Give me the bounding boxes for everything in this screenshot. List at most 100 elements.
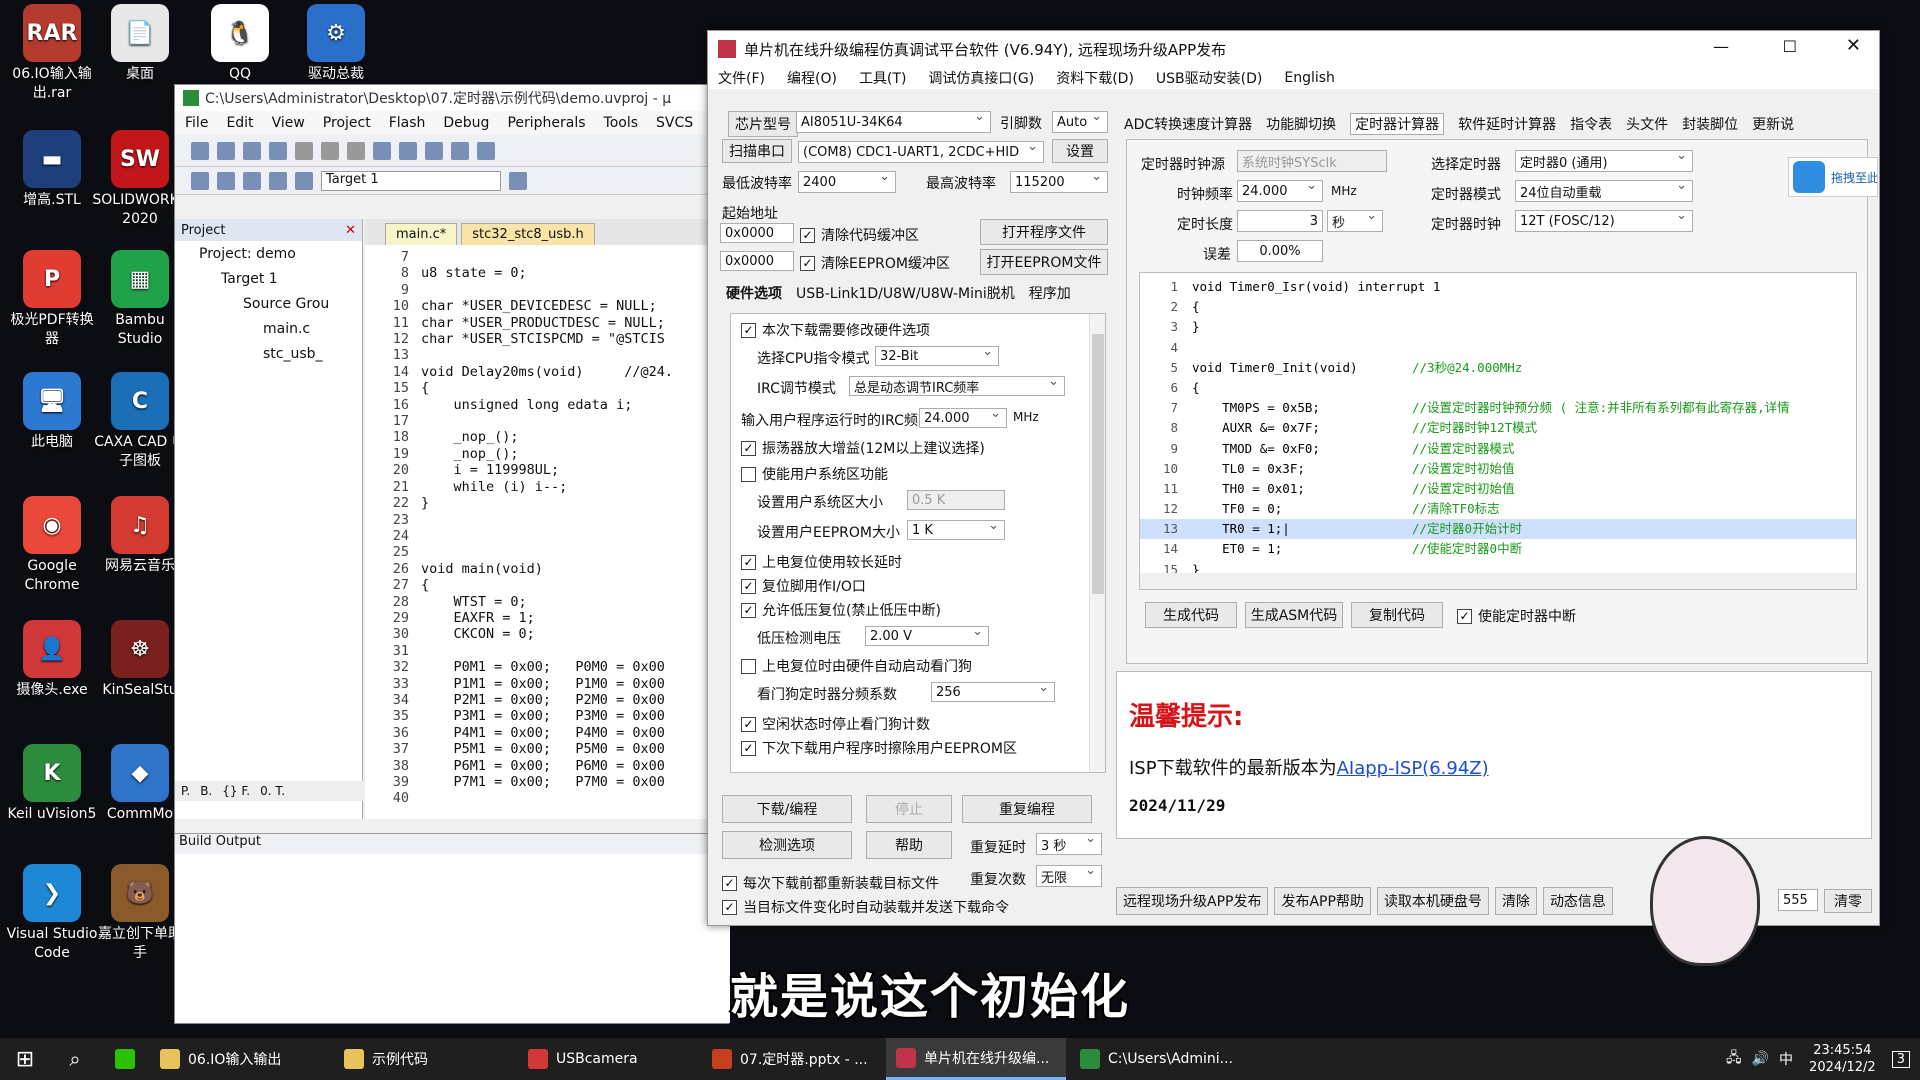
eeprom-addr-input[interactable]: 0x0000 xyxy=(720,251,794,271)
osc-gain-check[interactable]: ✓ 振荡器放大增益(12M以上建议选择) xyxy=(741,438,985,458)
desktop-icon[interactable]: ❯ Visual Studio Code xyxy=(4,864,100,963)
open-eeprom-button[interactable]: 打开EEPROM文件 xyxy=(980,249,1108,275)
save-icon[interactable] xyxy=(243,141,261,160)
desktop-icon[interactable]: 🐧 QQ xyxy=(192,4,288,84)
tree-item[interactable]: Source Grou xyxy=(175,291,362,316)
cut-icon[interactable] xyxy=(295,141,313,160)
check-options-button[interactable]: 检测选项 xyxy=(722,831,852,859)
tool-tab[interactable]: 软件延时计算器 xyxy=(1458,114,1556,134)
tool-tab[interactable]: 指令表 xyxy=(1570,114,1612,134)
tip-link[interactable]: AIapp-ISP(6.94Z) xyxy=(1337,758,1489,779)
modify-hw-check[interactable]: ✓ 本次下载需要修改硬件选项 xyxy=(741,320,930,340)
ime-indicator[interactable]: 中 xyxy=(1779,1049,1793,1069)
volume-icon[interactable]: 🔊 xyxy=(1752,1051,1769,1067)
project-tab[interactable]: 0. T. xyxy=(260,784,285,798)
translate-icon[interactable] xyxy=(191,171,209,190)
bottom-button[interactable]: 动态信息 xyxy=(1542,887,1613,915)
menu-item[interactable]: Debug xyxy=(443,115,489,131)
tree-item[interactable]: Target 1 xyxy=(175,266,362,291)
clock[interactable]: 23:45:54 2024/12/2 xyxy=(1803,1042,1882,1076)
taskbar-app[interactable]: 示例代码 xyxy=(334,1038,514,1080)
save-all-icon[interactable] xyxy=(269,141,287,160)
desktop-icon[interactable]: 🖥 此电脑 xyxy=(4,372,100,452)
menu-item[interactable]: USB驱动安装(D) xyxy=(1156,68,1262,88)
menu-item[interactable]: 资料下载(D) xyxy=(1056,68,1134,88)
menu-item[interactable]: View xyxy=(272,115,305,131)
rebuild-icon[interactable] xyxy=(243,171,261,190)
len-unit-select[interactable]: 秒 xyxy=(1327,210,1383,232)
project-tab[interactable]: {} F. xyxy=(222,784,250,798)
clear-code-check[interactable]: ✓ 清除代码缓冲区 xyxy=(800,225,919,245)
menu-item[interactable]: SVCS xyxy=(656,115,693,131)
hw-scrollbar[interactable] xyxy=(1089,314,1105,772)
menu-item[interactable]: Project xyxy=(323,115,371,131)
auto-check[interactable]: ✓ 当目标文件变化时自动装载并发送下载命令 xyxy=(722,897,1009,917)
tool-tab[interactable]: 头文件 xyxy=(1626,114,1668,134)
desktop-icon[interactable]: ▬ 增高.STL xyxy=(4,130,100,210)
menu-item[interactable]: Tools xyxy=(604,115,639,131)
menu-item[interactable]: 工具(T) xyxy=(859,68,906,88)
tool-tab[interactable]: 封装脚位 xyxy=(1682,114,1738,134)
bottom-button[interactable]: 远程现场升级APP发布 xyxy=(1116,887,1269,915)
bookmark-icon[interactable] xyxy=(477,141,495,160)
min-baud-select[interactable]: 2400 xyxy=(798,171,896,193)
taskbar-app[interactable]: 06.IO输入输出 xyxy=(150,1038,330,1080)
menu-item[interactable]: File xyxy=(185,115,208,131)
start-icon[interactable]: ⊞ xyxy=(0,1038,50,1080)
forward-icon[interactable] xyxy=(451,141,469,160)
clear-count-button[interactable]: 清零 xyxy=(1824,889,1872,913)
tool-tab[interactable]: 更新说 xyxy=(1752,114,1794,134)
gen-code-button[interactable]: 生成代码 xyxy=(1145,602,1237,628)
low-volt-reset-check[interactable]: ✓ 允许低压复位(禁止低压中断) xyxy=(741,600,941,620)
scan-port-button[interactable]: 扫描串口 xyxy=(722,139,792,163)
reset-io-check[interactable]: ✓ 复位脚用作I/O口 xyxy=(741,576,866,596)
repeat-count-select[interactable]: 无限 xyxy=(1036,865,1102,887)
hw-tab[interactable]: USB-Link1D/U8W/U8W-Mini脱机 xyxy=(796,283,1015,303)
timer-clock-select[interactable]: 12T (FOSC/12) xyxy=(1515,210,1693,232)
desktop-icon[interactable]: RAR 06.IO输入输出.rar xyxy=(4,4,100,103)
copy-code-button[interactable]: 复制代码 xyxy=(1351,602,1443,628)
pins-select[interactable]: Auto xyxy=(1052,111,1108,133)
irc-freq-select[interactable]: 24.000 xyxy=(919,408,1007,428)
copy-icon[interactable] xyxy=(321,141,339,160)
desktop-icon[interactable]: 👤 摄像头.exe xyxy=(4,620,100,700)
maximize-icon[interactable]: ☐ xyxy=(1783,37,1797,56)
wdt-prescale-select[interactable]: 256 xyxy=(931,682,1055,702)
editor-tab[interactable]: main.c* xyxy=(385,223,458,245)
idle-stop-wdt-check[interactable]: ✓ 空闲状态时停止看门狗计数 xyxy=(741,714,930,734)
help-button[interactable]: 帮助 xyxy=(866,831,952,859)
settings-button[interactable]: 设置 xyxy=(1052,139,1108,163)
code-addr-input[interactable]: 0x0000 xyxy=(720,223,794,243)
download-button[interactable]: 下载/编程 xyxy=(722,795,852,823)
repeat-delay-select[interactable]: 3 秒 xyxy=(1036,833,1102,855)
desktop-icon[interactable]: ◉ Google Chrome xyxy=(4,496,100,595)
erase-eeprom-check[interactable]: ✓ 下次下载用户程序时擦除用户EEPROM区 xyxy=(741,738,1017,758)
tool-tab[interactable]: 功能脚切换 xyxy=(1266,114,1336,134)
cpu-mode-select[interactable]: 32-Bit xyxy=(875,346,999,366)
options-icon[interactable] xyxy=(295,171,313,190)
taskbar-app[interactable]: 单片机在线升级编... xyxy=(886,1038,1066,1080)
editor-tab[interactable]: stc32_stc8_usb.h xyxy=(461,223,595,245)
desktop-icon[interactable]: ⚙ 驱动总裁 xyxy=(288,4,384,84)
select-timer-select[interactable]: 定时器0 (通用) xyxy=(1515,150,1693,172)
project-tab[interactable]: P. xyxy=(181,784,190,798)
len-input[interactable]: 3 xyxy=(1237,210,1323,232)
desktop-icon[interactable]: K Keil uVision5 xyxy=(4,744,100,824)
menu-item[interactable]: English xyxy=(1284,70,1335,86)
menu-item[interactable]: Peripherals xyxy=(507,115,585,131)
paste-icon[interactable] xyxy=(347,141,365,160)
stop-button[interactable]: 停止 xyxy=(866,795,952,823)
bottom-button[interactable]: 发布APP帮助 xyxy=(1274,887,1371,915)
undo-icon[interactable] xyxy=(373,141,391,160)
menu-item[interactable]: Flash xyxy=(389,115,426,131)
max-baud-select[interactable]: 115200 xyxy=(1010,171,1108,193)
open-file-icon[interactable] xyxy=(217,141,235,160)
wechat-icon[interactable] xyxy=(100,1038,150,1080)
tree-item[interactable]: main.c xyxy=(175,316,362,341)
chip-select[interactable]: AI8051U-34K64 xyxy=(796,111,991,133)
minimize-icon[interactable]: — xyxy=(1713,37,1729,56)
back-icon[interactable] xyxy=(425,141,443,160)
tool-tab[interactable]: ADC转换速度计算器 xyxy=(1124,114,1252,134)
taskbar-app[interactable]: C:\Users\Admini... xyxy=(1070,1038,1250,1080)
new-file-icon[interactable] xyxy=(191,141,209,160)
